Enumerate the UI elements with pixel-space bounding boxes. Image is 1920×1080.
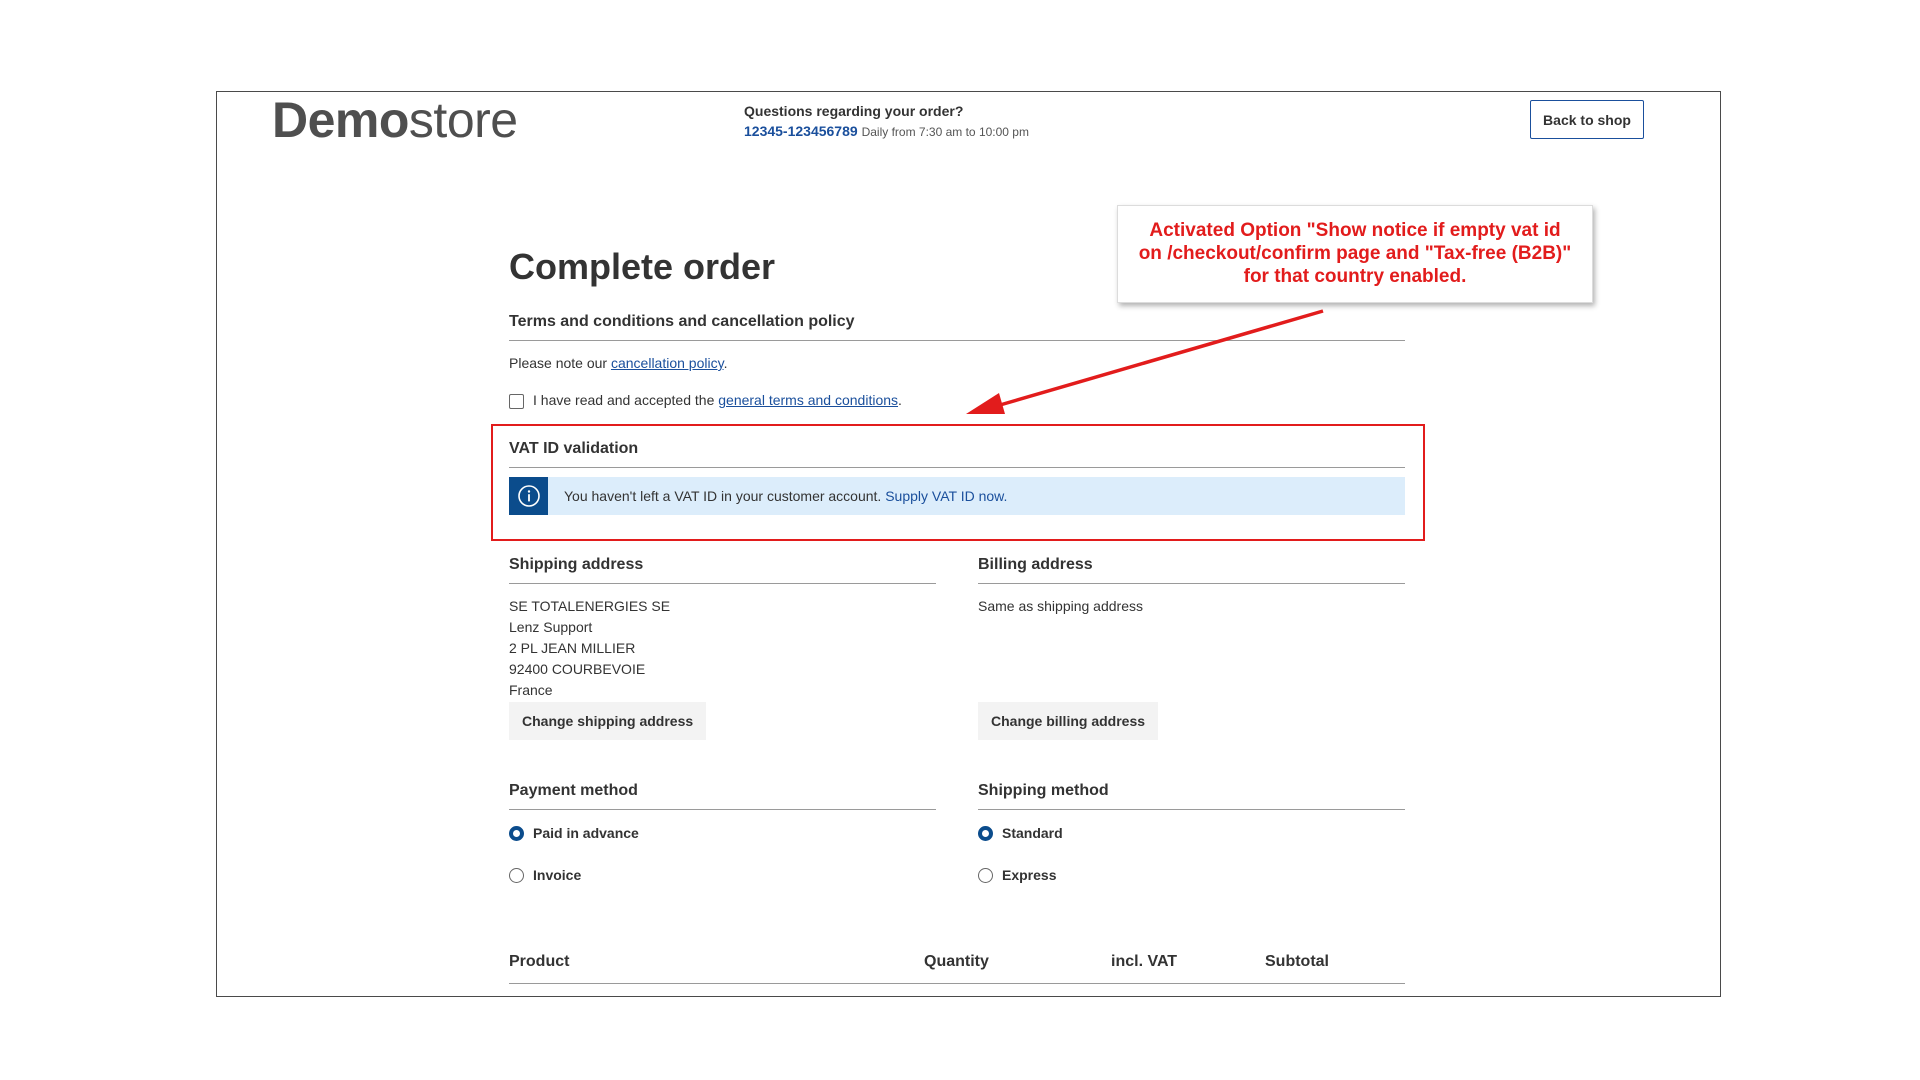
payment-paid-in-advance-radio[interactable] (509, 826, 524, 841)
table-header-quantity: Quantity (924, 953, 989, 970)
support-info: Questions regarding your order? 12345-12… (744, 101, 1029, 142)
support-question: Questions regarding your order? (744, 103, 964, 119)
cancellation-note-prefix: Please note our (509, 355, 611, 371)
terms-checkbox-label[interactable]: I have read and accepted the general ter… (533, 390, 902, 411)
payment-option-label[interactable]: Invoice (533, 867, 581, 883)
logo-light-text: store (408, 92, 518, 148)
change-billing-address-button[interactable]: Change billing address (978, 702, 1159, 740)
shipping-address-line: 92400 COURBEVOIE (509, 661, 646, 677)
shipping-standard-radio[interactable] (978, 826, 993, 841)
shipping-address-heading: Shipping address (509, 556, 936, 584)
shipping-option-label[interactable]: Express (1002, 867, 1056, 883)
shipping-method-heading: Shipping method (978, 782, 1405, 810)
support-phone[interactable]: 12345-123456789 (744, 123, 858, 139)
table-header-product: Product (509, 953, 570, 970)
annotation-callout: Activated Option "Show notice if empty v… (1117, 205, 1593, 303)
terms-heading: Terms and conditions and cancellation po… (509, 313, 1405, 341)
table-header-subtotal: Subtotal (1265, 953, 1329, 970)
annotation-line: Activated Option "Show notice if empty v… (1149, 220, 1561, 241)
store-logo[interactable]: Demostore (272, 92, 518, 148)
annotation-line: on /checkout/confirm page and "Tax-free … (1138, 243, 1572, 264)
change-shipping-address-button[interactable]: Change shipping address (509, 702, 707, 740)
cancellation-policy-link[interactable]: cancellation policy (611, 355, 724, 371)
shipping-address-block: SE TOTALENERGIES SE Lenz Support 2 PL JE… (509, 596, 670, 701)
terms-checkbox-prefix: I have read and accepted the (533, 392, 719, 408)
terms-checkbox[interactable] (509, 394, 524, 409)
shipping-express-radio[interactable] (978, 868, 993, 883)
terms-checkbox-suffix: . (898, 392, 902, 408)
table-header-divider (509, 983, 1405, 984)
cancellation-note: Please note our cancellation policy. (509, 353, 727, 374)
billing-address-text: Same as shipping address (978, 598, 1143, 614)
annotation-line: for that country enabled. (1243, 266, 1467, 287)
shipping-address-line: SE TOTALENERGIES SE (509, 598, 671, 614)
back-to-shop-button[interactable]: Back to shop (1530, 100, 1644, 139)
highlight-box (491, 424, 1425, 541)
shipping-address-line: 2 PL JEAN MILLIER (509, 640, 636, 656)
support-hours: Daily from 7:30 am to 10:00 pm (861, 125, 1029, 139)
shipping-option-label[interactable]: Standard (1002, 825, 1063, 841)
payment-option-label[interactable]: Paid in advance (533, 825, 639, 841)
cancellation-note-suffix: . (723, 355, 728, 371)
shipping-address-line: Lenz Support (509, 619, 593, 635)
payment-invoice-radio[interactable] (509, 868, 524, 883)
general-terms-link[interactable]: general terms and conditions (718, 392, 898, 408)
billing-address-heading: Billing address (978, 556, 1405, 584)
table-header-incl-vat: incl. VAT (1111, 953, 1178, 970)
shipping-address-line: France (509, 682, 553, 698)
payment-method-heading: Payment method (509, 782, 936, 810)
logo-bold-text: Demo (272, 92, 409, 148)
page-title: Complete order (509, 246, 776, 287)
